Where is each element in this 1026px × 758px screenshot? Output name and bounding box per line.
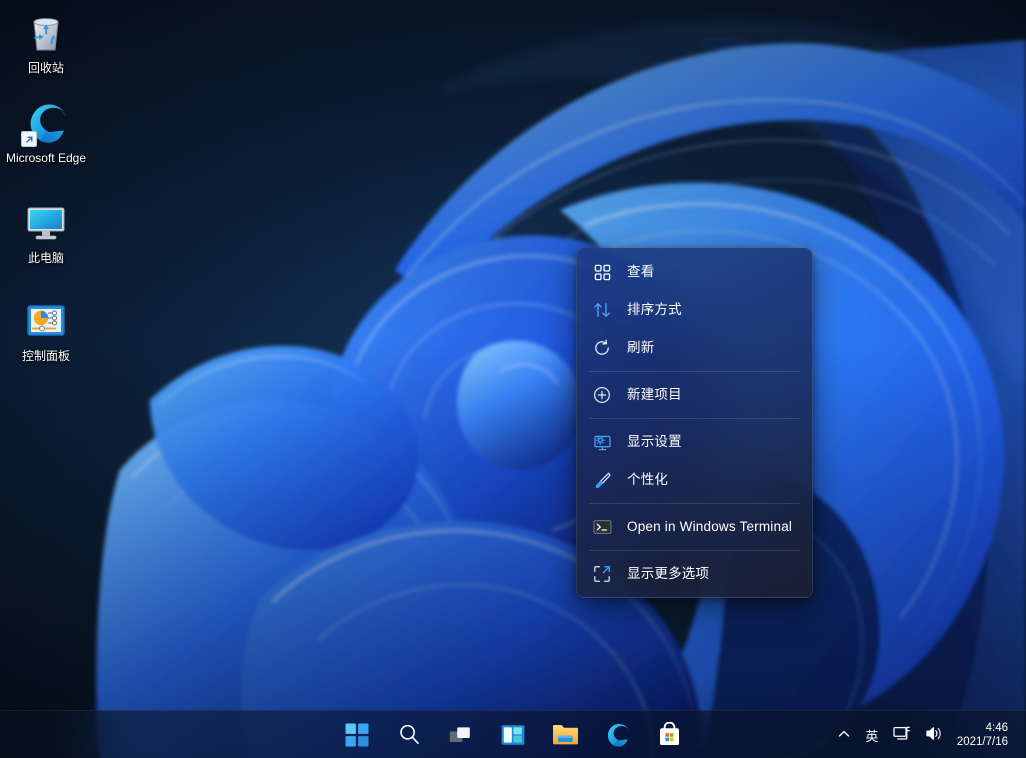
volume-icon [925,725,943,745]
menu-separator [589,418,800,419]
desktop-icon-this-pc[interactable]: 此电脑 [4,200,88,266]
menu-item-label: 显示更多选项 [627,567,709,581]
taskbar-search-button[interactable] [389,715,429,755]
display-settings-icon [591,431,613,453]
ime-language-label: 英 [865,726,878,745]
taskbar-edge-button[interactable] [597,715,637,755]
tray-network-button[interactable] [887,715,917,755]
taskbar-widgets-button[interactable] [493,715,533,755]
chevron-up-icon [837,727,851,744]
show-more-options-icon [591,563,613,585]
menu-item-label: 个性化 [627,473,668,487]
new-item-plus-icon [591,384,613,406]
menu-item-show-more-options[interactable]: 显示更多选项 [577,555,812,593]
personalize-brush-icon [591,469,613,491]
refresh-icon [591,337,613,359]
tray-volume-button[interactable] [919,715,949,755]
edge-icon [23,100,69,146]
view-grid-icon [591,261,613,283]
menu-item-label: 查看 [627,265,654,279]
menu-item-personalize[interactable]: 个性化 [577,461,812,499]
menu-item-refresh[interactable]: 刷新 [577,329,812,367]
tray-hidden-icons-button[interactable] [831,715,857,755]
menu-item-label: Open in Windows Terminal [627,520,792,534]
desktop[interactable]: 回收站 [0,0,1026,758]
clock-time: 4:46 [986,721,1008,735]
desktop-icon-recycle-bin[interactable]: 回收站 [4,10,88,76]
shortcut-arrow-icon [21,131,37,147]
desktop-icon-microsoft-edge[interactable]: Microsoft Edge [4,100,88,166]
file-explorer-icon [552,723,579,746]
menu-item-new[interactable]: 新建项目 [577,376,812,414]
control-panel-icon [23,298,69,344]
taskbar-clock[interactable]: 4:46 2021/7/16 [951,715,1018,755]
menu-item-label: 排序方式 [627,303,682,317]
taskbar[interactable]: 英 [0,710,1026,758]
tray-ime-button[interactable]: 英 [859,715,885,755]
desktop-icon-label: 回收站 [28,61,64,76]
task-view-icon [449,724,474,746]
search-icon [398,723,421,746]
desktop-icon-label: Microsoft Edge [6,151,86,166]
start-windows-icon [345,723,369,747]
taskbar-task-view-button[interactable] [441,715,481,755]
terminal-icon [591,516,613,538]
widgets-icon [501,723,525,747]
edge-icon [604,722,630,748]
menu-item-label: 新建项目 [627,388,682,402]
taskbar-start-button[interactable] [337,715,377,755]
taskbar-file-explorer-button[interactable] [545,715,585,755]
desktop-icon-label: 控制面板 [22,349,70,364]
desktop-context-menu[interactable]: 查看 排序方式 刷新 [576,248,813,598]
menu-item-label: 显示设置 [627,435,682,449]
desktop-icon-label: 此电脑 [28,251,64,266]
menu-item-display-settings[interactable]: 显示设置 [577,423,812,461]
this-pc-icon [23,200,69,246]
menu-separator [589,503,800,504]
desktop-icon-control-panel[interactable]: 控制面板 [4,298,88,364]
menu-separator [589,371,800,372]
wallpaper-bloom-graphic [0,0,1026,758]
menu-item-view[interactable]: 查看 [577,253,812,291]
menu-separator [589,550,800,551]
recycle-bin-icon [23,10,69,56]
menu-item-open-in-windows-terminal[interactable]: Open in Windows Terminal [577,508,812,546]
clock-date: 2021/7/16 [957,735,1008,749]
menu-item-label: 刷新 [627,341,654,355]
microsoft-store-icon [657,722,682,747]
network-icon [893,725,911,745]
taskbar-store-button[interactable] [649,715,689,755]
sort-arrows-icon [591,299,613,321]
menu-item-sort-by[interactable]: 排序方式 [577,291,812,329]
desktop-wallpaper [0,0,1026,758]
taskbar-system-tray: 英 [831,711,1026,758]
